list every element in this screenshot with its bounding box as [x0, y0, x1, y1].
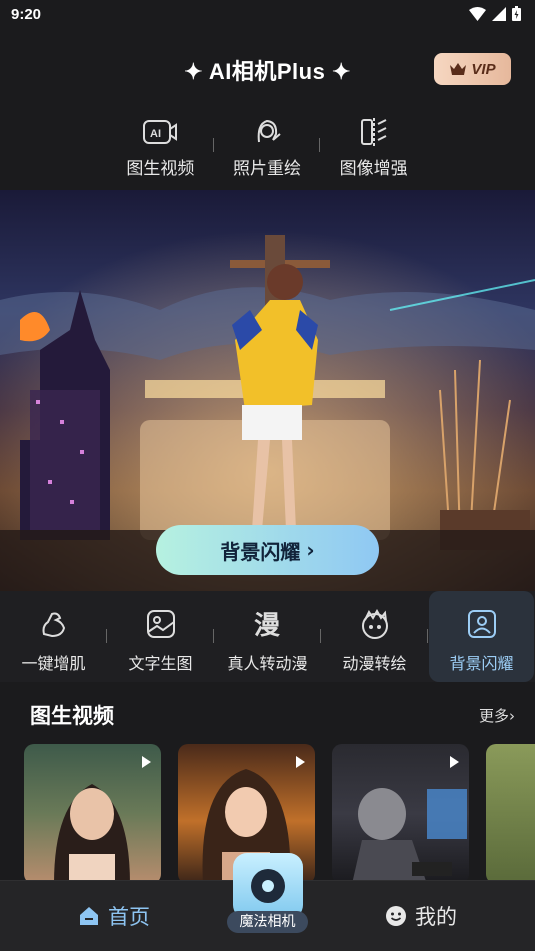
nav-me-label: 我的: [415, 905, 457, 929]
feature-tabs: 一键增肌 文字生图 漫 真人转动漫 动漫转绘 背景闪耀: [0, 591, 535, 682]
section-header: 图生视频 更多›: [30, 700, 515, 730]
svg-text:AI: AI: [150, 128, 161, 140]
camera-icon: [233, 853, 303, 919]
tab-anime-redraw[interactable]: 动漫转绘: [321, 591, 428, 682]
status-icons: [469, 6, 521, 21]
tool-photo-redraw[interactable]: 照片重绘: [214, 116, 321, 180]
image-enhance-icon: [356, 116, 392, 148]
section-title: 图生视频: [30, 704, 114, 728]
signal-icon: [492, 6, 506, 21]
tab-background-shine[interactable]: 背景闪耀: [429, 591, 534, 682]
magic-camera-button[interactable]: 魔法相机: [227, 853, 308, 933]
status-time: 9:20: [11, 6, 42, 23]
tab-real-to-anime[interactable]: 漫 真人转动漫: [214, 591, 321, 682]
text-to-image-icon: [144, 607, 178, 641]
crown-icon: [450, 63, 467, 75]
ai-video-icon: AI: [142, 116, 178, 148]
nav-home[interactable]: 首页: [78, 901, 150, 931]
tab-muscle[interactable]: 一键增肌: [0, 591, 107, 682]
muscle-icon: [37, 607, 71, 641]
nav-home-label: 首页: [108, 905, 150, 929]
app-header: ✦ AI相机Plus ✦ VIP: [0, 46, 535, 92]
top-tools: AI 图生视频 照片重绘 图像增强: [107, 116, 427, 180]
home-icon: [80, 907, 98, 925]
chevron-right-icon: ›: [509, 707, 515, 725]
anime-redraw-icon: [358, 607, 392, 641]
camera-label: 魔法相机: [227, 911, 308, 933]
status-bar: 9:20: [0, 0, 535, 30]
tool-label: 图生视频: [126, 159, 195, 179]
sparkle-left-icon: ✦: [184, 59, 204, 84]
card-thumbnail: [352, 788, 467, 884]
chevron-right-icon: ›: [306, 538, 315, 562]
battery-icon: [512, 6, 521, 21]
tool-label: 图像增强: [339, 159, 408, 179]
divider: [427, 629, 428, 643]
tab-label: 动漫转绘: [342, 654, 407, 673]
card-thumbnail: [54, 784, 130, 884]
sparkle-right-icon: ✦: [331, 59, 351, 84]
more-label: 更多: [478, 707, 509, 725]
svg-text:漫: 漫: [254, 611, 280, 641]
video-card[interactable]: [24, 744, 161, 884]
tab-text-to-image[interactable]: 文字生图: [107, 591, 214, 682]
tab-label: 真人转动漫: [227, 654, 308, 673]
video-card[interactable]: [486, 744, 535, 884]
banner-cta-label: 背景闪耀: [220, 539, 301, 564]
video-card[interactable]: [332, 744, 469, 884]
banner-carousel[interactable]: 背景闪耀 ›: [0, 190, 535, 591]
tab-label: 文字生图: [128, 654, 193, 673]
vip-button[interactable]: VIP: [434, 53, 511, 85]
play-icon: [142, 756, 151, 768]
tool-image-to-video[interactable]: AI 图生视频: [107, 116, 214, 180]
banner-cta-button[interactable]: 背景闪耀 ›: [156, 525, 379, 575]
tab-label: 背景闪耀: [449, 654, 514, 673]
smiley-icon: [386, 906, 406, 926]
tool-label: 照片重绘: [233, 159, 301, 179]
tab-label: 一键增肌: [21, 654, 86, 673]
play-icon: [296, 756, 305, 768]
background-shine-icon: [465, 607, 499, 641]
portrait-brush-icon: [249, 116, 285, 148]
tool-image-enhance[interactable]: 图像增强: [320, 116, 427, 180]
play-icon: [450, 756, 459, 768]
more-link[interactable]: 更多›: [479, 705, 515, 726]
anime-icon: 漫: [251, 607, 285, 641]
app-title-text: AI相机Plus: [208, 59, 326, 84]
vip-label: VIP: [471, 60, 496, 78]
wifi-icon: [469, 6, 486, 21]
nav-me[interactable]: 我的: [385, 901, 457, 931]
